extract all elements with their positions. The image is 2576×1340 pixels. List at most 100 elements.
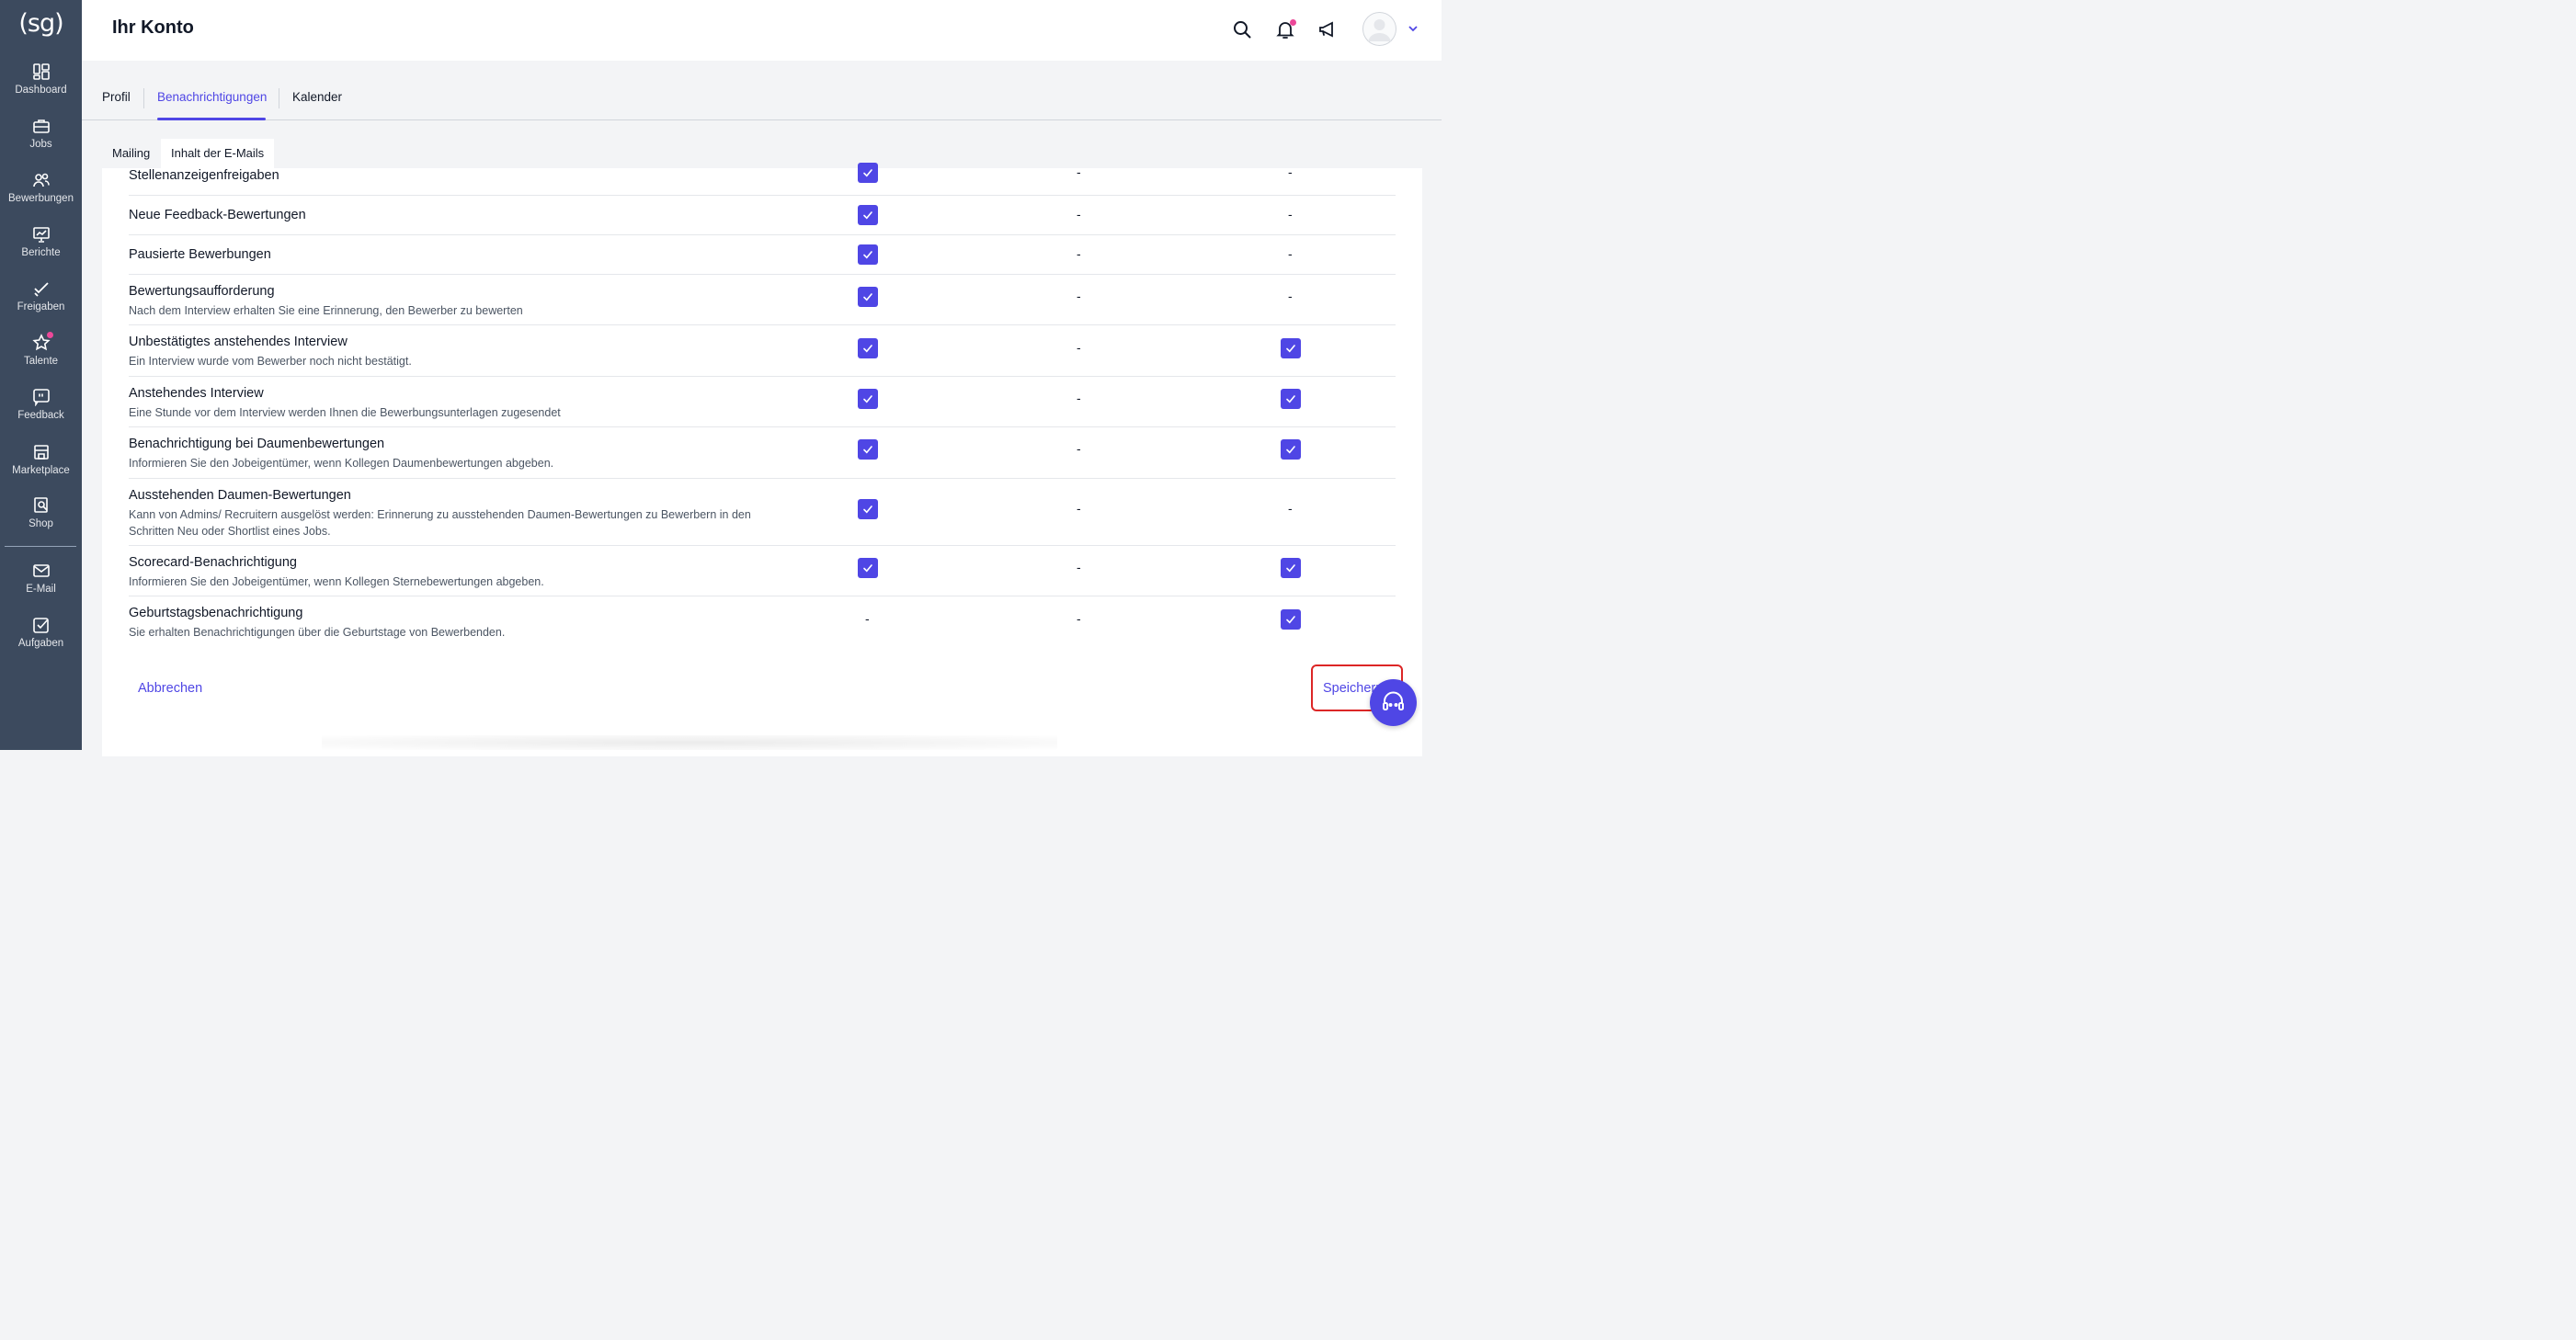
checkmark-icon — [863, 293, 872, 301]
sidebar-item-label: Aufgaben — [17, 638, 64, 649]
sidebar-item-bewerbungen[interactable]: Bewerbungen — [0, 171, 82, 204]
row-title: Neue Feedback-Bewertungen — [129, 208, 306, 222]
sidebar-item-freigaben[interactable]: Freigaben — [0, 279, 82, 312]
sidebar-item-label: Shop — [28, 518, 53, 529]
not-available-dash: - — [1077, 560, 1081, 574]
table-row: Anstehendes Interview Eine Stunde vor de… — [129, 377, 1396, 427]
row-title: Unbestätigtes anstehendes Interview — [129, 335, 348, 349]
sidebar-item-email[interactable]: E-Mail — [0, 562, 82, 595]
notification-checkbox[interactable] — [1281, 389, 1301, 409]
notification-dot — [1290, 19, 1296, 26]
sidebar: (sg) Dashboard Jobs Bewerbungen Berichte… — [0, 0, 82, 750]
search-document-icon — [33, 497, 48, 513]
checkbox-task-icon — [32, 618, 49, 633]
checkmark-icon — [863, 345, 872, 353]
notification-checkbox[interactable] — [1281, 439, 1301, 460]
not-available-dash: - — [1288, 246, 1293, 261]
row-description: Sie erhalten Benachrichtigungen über die… — [129, 626, 506, 639]
not-available-dash: - — [1288, 501, 1293, 516]
tab-profil[interactable]: Profil — [102, 90, 131, 104]
sidebar-item-jobs[interactable]: Jobs — [0, 117, 82, 150]
sidebar-item-aufgaben[interactable]: Aufgaben — [0, 616, 82, 649]
row-title: Pausierte Bewerbungen — [129, 247, 271, 262]
user-silhouette-icon — [1362, 12, 1396, 46]
avatar[interactable] — [1362, 12, 1396, 46]
not-available-dash: - — [1288, 289, 1293, 303]
briefcase-icon — [32, 119, 50, 133]
checkmark-icon — [863, 251, 872, 259]
sidebar-item-label: Berichte — [21, 247, 61, 258]
tab-benachrichtigungen[interactable]: Benachrichtigungen — [157, 90, 267, 104]
sidebar-item-label: Talente — [23, 356, 59, 367]
row-title: Scorecard-Benachrichtigung — [129, 555, 297, 570]
top-header: Ihr Konto — [82, 0, 1442, 61]
row-description: Informieren Sie den Jobeigentümer, wenn … — [129, 575, 544, 588]
account-tabs: Profil Benachrichtigungen Kalender — [82, 61, 1442, 120]
subtab-mailing[interactable]: Mailing — [102, 139, 161, 169]
row-description: Informieren Sie den Jobeigentümer, wenn … — [129, 457, 554, 470]
megaphone-icon[interactable] — [1316, 18, 1339, 40]
sidebar-item-dashboard[interactable]: Dashboard — [0, 62, 82, 96]
notification-checkbox[interactable] — [1281, 558, 1301, 578]
not-available-dash: - — [1077, 441, 1081, 456]
sidebar-item-label: Freigaben — [17, 301, 65, 312]
notification-checkbox[interactable] — [858, 439, 878, 460]
row-description: Kann von Admins/ Recruitern ausgelöst we… — [129, 508, 751, 538]
notification-checkbox[interactable] — [858, 389, 878, 409]
notification-checkbox[interactable] — [1281, 609, 1301, 630]
sidebar-item-label: Marketplace — [12, 465, 70, 476]
not-available-dash: - — [1077, 340, 1081, 355]
cancel-button[interactable]: Abbrechen — [138, 681, 202, 696]
sidebar-item-berichte[interactable]: Berichte — [0, 225, 82, 258]
checkmark-icon — [1286, 446, 1295, 454]
subtab-inhalt-der-emails[interactable]: Inhalt der E-Mails — [161, 139, 275, 169]
table-row: Bewertungsaufforderung Nach dem Intervie… — [129, 275, 1396, 325]
sidebar-item-label: Feedback — [17, 410, 64, 421]
sidebar-item-marketplace[interactable]: Marketplace — [0, 443, 82, 476]
sidebar-item-label: E-Mail — [26, 584, 56, 595]
notification-checkbox[interactable] — [858, 499, 878, 519]
tab-kalender[interactable]: Kalender — [292, 90, 342, 104]
sidebar-item-talente[interactable]: Talente — [0, 331, 82, 367]
checkmark-icon — [863, 564, 872, 573]
notification-checkbox[interactable] — [1281, 338, 1301, 358]
notification-checkbox[interactable] — [858, 244, 878, 265]
store-icon — [33, 445, 49, 460]
not-available-dash: - — [1077, 246, 1081, 261]
row-title: Ausstehenden Daumen-Bewertungen — [129, 488, 351, 503]
notification-checkbox[interactable] — [858, 205, 878, 225]
checkmark-icon — [863, 211, 872, 220]
notification-checkbox[interactable] — [858, 558, 878, 578]
row-title: Anstehendes Interview — [129, 386, 264, 401]
mail-icon — [32, 564, 50, 577]
active-tab-indicator — [157, 118, 266, 120]
sidebar-item-label: Jobs — [29, 139, 52, 150]
not-available-dash: - — [1077, 501, 1081, 516]
not-available-dash: - — [1077, 289, 1081, 303]
sidebar-item-shop[interactable]: Shop — [0, 496, 82, 529]
row-title: Bewertungsaufforderung — [129, 284, 275, 299]
table-row: Ausstehenden Daumen-Bewertungen Kann von… — [129, 479, 1396, 546]
page-title: Ihr Konto — [112, 17, 194, 38]
headset-icon — [1383, 691, 1404, 710]
support-chat-button[interactable] — [1370, 679, 1417, 726]
brand-logo[interactable]: (sg) — [0, 9, 82, 38]
notification-checkbox[interactable] — [858, 287, 878, 307]
row-description: Nach dem Interview erhalten Sie eine Eri… — [129, 304, 523, 317]
table-row: Pausierte Bewerbungen — [129, 235, 1396, 275]
not-available-dash: - — [1077, 207, 1081, 221]
notification-checkbox[interactable] — [858, 338, 878, 358]
sidebar-item-label: Dashboard — [15, 85, 67, 96]
dashboard-icon — [32, 63, 50, 80]
row-description: Ein Interview wurde vom Bewerber noch ni… — [129, 355, 412, 368]
bottom-fade — [322, 735, 1057, 750]
search-icon[interactable] — [1231, 18, 1253, 40]
chevron-down-icon[interactable] — [1407, 22, 1419, 35]
checkmark-icon — [1286, 616, 1295, 624]
checkmark-icon — [863, 505, 872, 514]
notification-checkbox[interactable] — [858, 163, 878, 183]
checkmark-icon — [1286, 395, 1295, 403]
sidebar-item-feedback[interactable]: Feedback — [0, 388, 82, 421]
table-row: Benachrichtigung bei Daumenbewertungen I… — [129, 427, 1396, 479]
users-icon — [32, 173, 50, 187]
